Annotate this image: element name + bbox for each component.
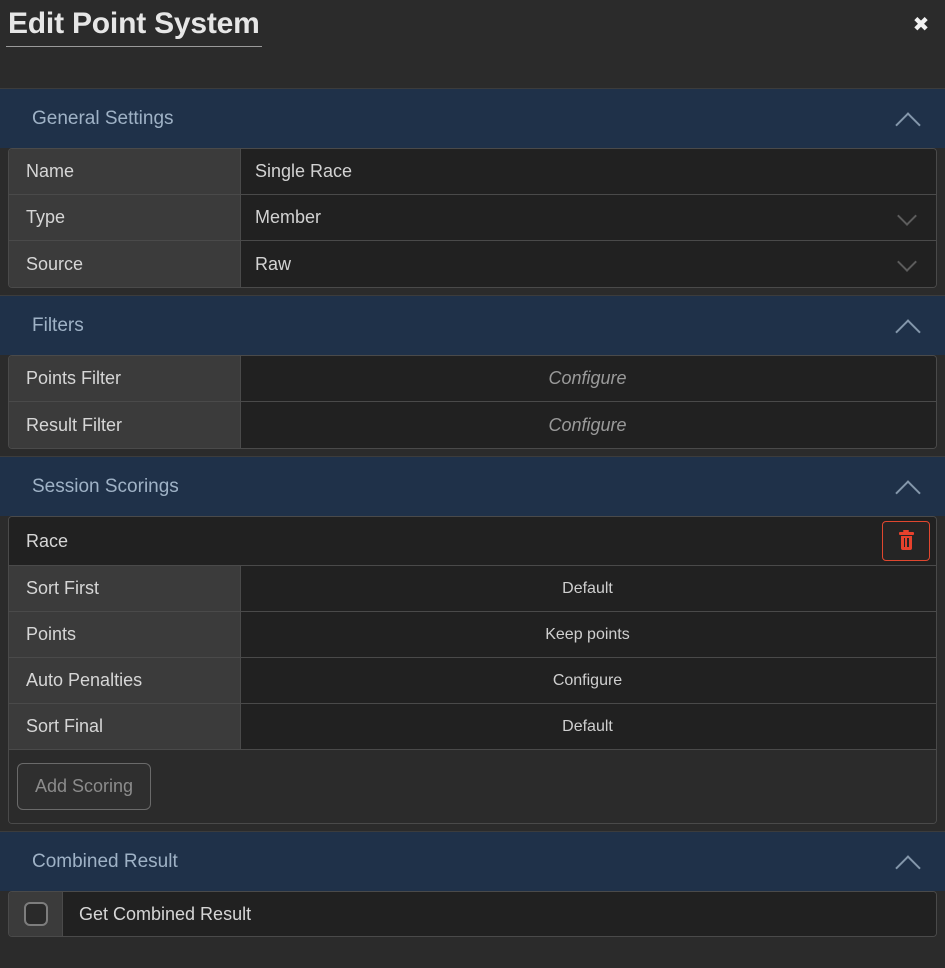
filters-table-wrap: Points Filter Configure Result Filter Co…	[0, 355, 945, 456]
table-row: Sort First Default	[9, 566, 936, 612]
source-select-value: Raw	[255, 253, 292, 274]
section-header-general-settings[interactable]: General Settings	[0, 88, 945, 148]
general-settings-table: Name Single Race Type Member Source Raw	[8, 148, 937, 288]
section-title: General Settings	[32, 107, 174, 129]
chevron-up-icon[interactable]	[895, 478, 925, 496]
scoring-name: Race	[26, 530, 69, 551]
section-header-combined-result[interactable]: Combined Result	[0, 831, 945, 891]
checkbox-icon[interactable]	[23, 902, 48, 926]
name-field[interactable]: Single Race	[241, 149, 936, 194]
row-label-points-filter: Points Filter	[9, 356, 241, 401]
add-scoring-button[interactable]: Add Scoring	[17, 763, 152, 810]
points-value[interactable]: Keep points	[241, 612, 936, 657]
general-settings-table-wrap: Name Single Race Type Member Source Raw	[0, 148, 945, 295]
combined-result-wrap: Get Combined Result	[0, 891, 945, 937]
type-select[interactable]: Member	[241, 195, 936, 240]
get-combined-result-checkbox-cell[interactable]	[9, 892, 63, 936]
trash-icon	[898, 530, 914, 550]
close-icon[interactable]: ✖	[907, 10, 935, 38]
scoring-header: Race	[9, 517, 936, 566]
row-label-result-filter: Result Filter	[9, 402, 241, 448]
chevron-up-icon[interactable]	[895, 317, 925, 335]
table-row: Type Member	[9, 195, 936, 241]
auto-penalties-value[interactable]: Configure	[241, 658, 936, 703]
table-row: Points Keep points	[9, 612, 936, 658]
table-row: Source Raw	[9, 241, 936, 287]
chevron-up-icon[interactable]	[895, 110, 925, 128]
result-filter-configure-link[interactable]: Configure	[241, 402, 936, 448]
row-label-points: Points	[9, 612, 241, 657]
section-title: Combined Result	[32, 850, 178, 872]
table-row: Points Filter Configure	[9, 356, 936, 402]
type-select-value: Member	[255, 207, 322, 227]
section-header-session-scorings[interactable]: Session Scorings	[0, 456, 945, 516]
combined-result-row: Get Combined Result	[8, 891, 937, 937]
table-row: Auto Penalties Configure	[9, 658, 936, 704]
row-label-sort-first: Sort First	[9, 566, 241, 611]
source-select[interactable]: Raw	[241, 241, 936, 287]
sort-final-value[interactable]: Default	[241, 704, 936, 749]
row-label-type: Type	[9, 195, 241, 240]
points-filter-configure-link[interactable]: Configure	[241, 356, 936, 401]
filters-table: Points Filter Configure Result Filter Co…	[8, 355, 937, 449]
row-label-source: Source	[9, 241, 241, 287]
section-title: Filters	[32, 314, 84, 336]
chevron-down-icon	[897, 205, 917, 226]
row-label-sort-final: Sort Final	[9, 704, 241, 749]
dialog-titlebar: Edit Point System ✖	[0, 0, 945, 88]
scoring-rows: Sort First Default Points Keep points Au…	[9, 566, 936, 750]
add-scoring-wrap: Add Scoring	[9, 750, 936, 823]
table-row: Name Single Race	[9, 149, 936, 195]
chevron-down-icon	[897, 252, 917, 272]
sort-first-value[interactable]: Default	[241, 566, 936, 611]
scoring-group-race: Race Sort First Default Points Keep poin…	[8, 516, 937, 824]
table-row: Result Filter Configure	[9, 402, 936, 448]
section-header-filters[interactable]: Filters	[0, 295, 945, 355]
row-label-auto-penalties: Auto Penalties	[9, 658, 241, 703]
get-combined-result-label: Get Combined Result	[63, 892, 936, 936]
section-title: Session Scorings	[32, 475, 179, 497]
page-title: Edit Point System	[6, 4, 262, 47]
delete-scoring-button[interactable]	[882, 521, 930, 561]
chevron-up-icon[interactable]	[895, 853, 925, 871]
row-label-name: Name	[9, 149, 241, 194]
table-row: Sort Final Default	[9, 704, 936, 750]
